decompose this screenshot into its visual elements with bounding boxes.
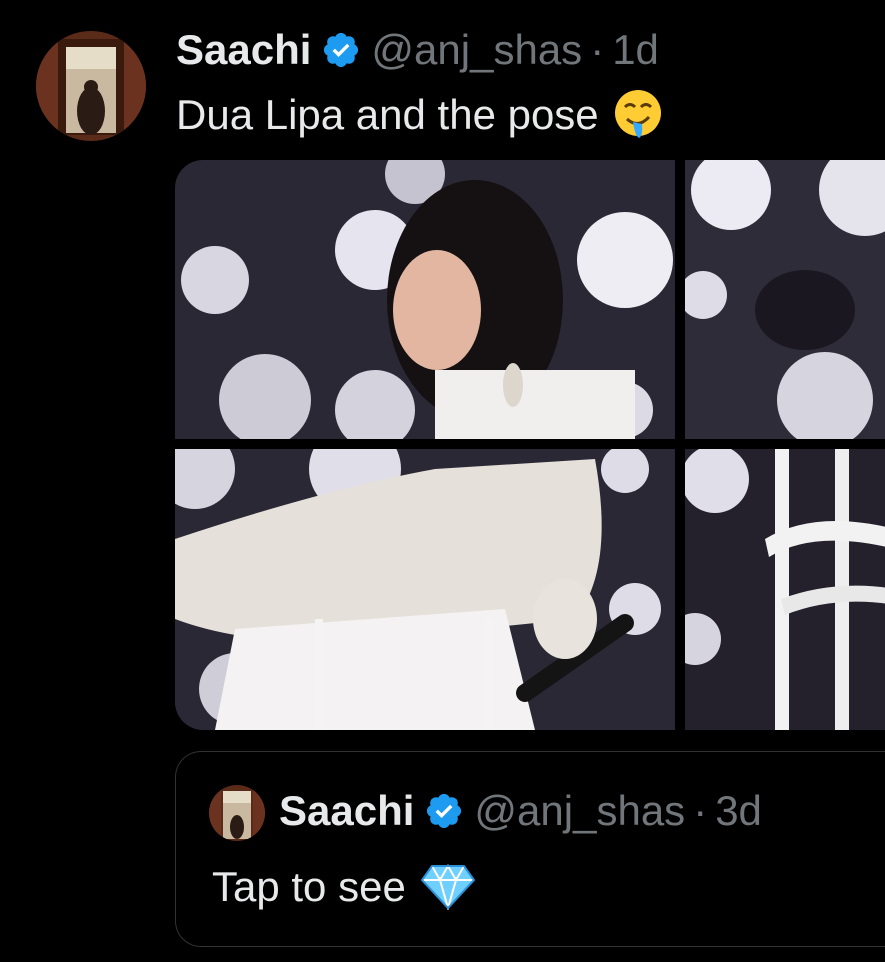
author-handle[interactable]: @anj_shas (371, 26, 582, 74)
tweet-text: Dua Lipa and the pose (176, 88, 663, 142)
author-name[interactable]: Saachi (176, 26, 311, 74)
quoted-tweet-card[interactable]: Saachi @anj_shas · 3d Tap to see (175, 751, 885, 947)
media-image-4[interactable] (685, 449, 885, 730)
tweet-text-content: Dua Lipa and the pose (176, 91, 599, 138)
media-image-2[interactable] (685, 160, 885, 439)
quoted-tweet-timestamp: 3d (715, 787, 762, 834)
quoted-tweet-header: Saachi @anj_shas · 3d (279, 787, 762, 835)
quoted-tweet-text-content: Tap to see (212, 863, 406, 910)
verified-badge-icon (424, 791, 464, 831)
media-image-1[interactable] (175, 160, 675, 439)
tweet-timestamp[interactable]: 1d (612, 26, 659, 74)
drooling-face-emoji-icon (613, 88, 663, 142)
media-image-3[interactable] (175, 449, 675, 730)
author-avatar[interactable] (36, 31, 146, 141)
quoted-author-handle: @anj_shas (474, 787, 686, 834)
quoted-author-name: Saachi (279, 787, 415, 834)
gem-emoji-icon (420, 864, 476, 910)
verified-badge-icon[interactable] (321, 30, 361, 70)
separator-dot: · (693, 787, 708, 834)
quoted-author-avatar[interactable] (209, 785, 265, 841)
separator-dot: · (590, 26, 605, 73)
tweet-media-grid (175, 160, 885, 730)
quoted-tweet-text: Tap to see (212, 862, 476, 912)
tweet-header: Saachi @anj_shas · 1d (176, 26, 659, 74)
